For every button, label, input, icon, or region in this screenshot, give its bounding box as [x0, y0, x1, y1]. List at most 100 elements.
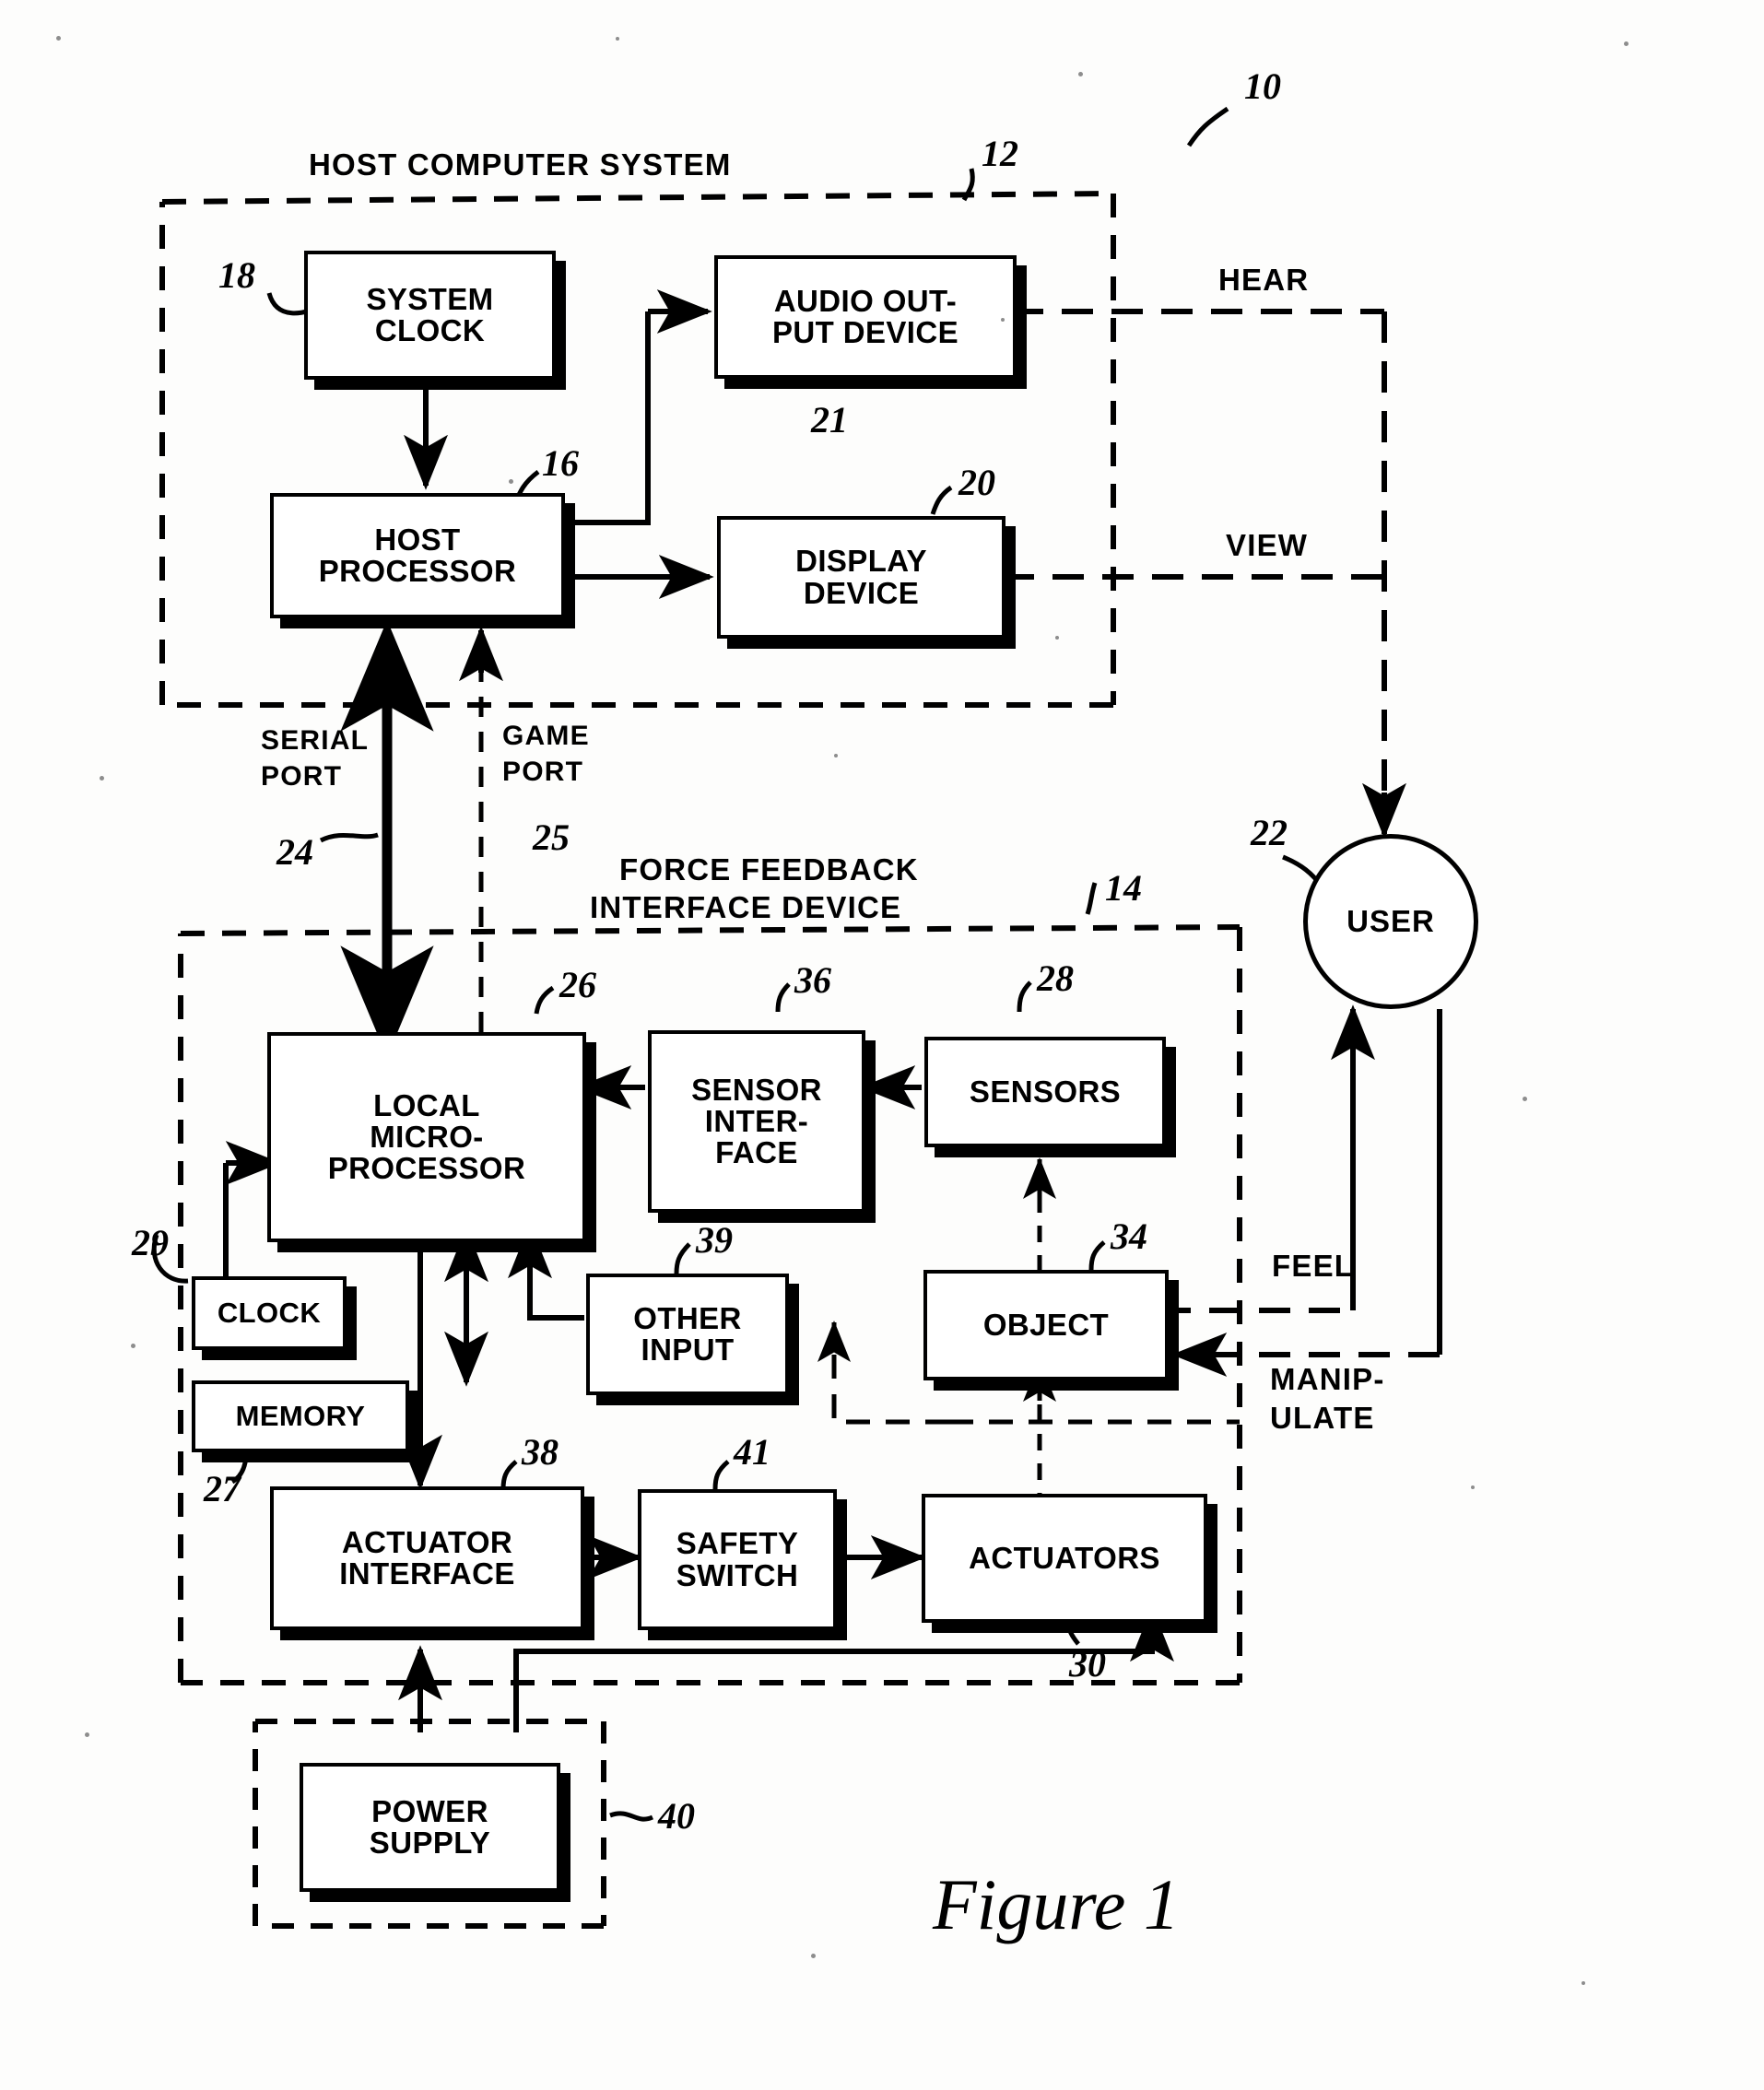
user-node[interactable]: USER: [1303, 834, 1478, 1009]
clock-block[interactable]: CLOCK: [192, 1276, 347, 1350]
scan-speck: [100, 776, 104, 781]
system-clock-line1: SYSTEM: [366, 281, 494, 316]
feel-label: FEEL: [1272, 1249, 1355, 1283]
local-uproc-line2: MICRO-: [370, 1119, 484, 1154]
other-input-block[interactable]: OTHER INPUT: [586, 1274, 789, 1395]
actuators-label: ACTUATORS: [969, 1540, 1160, 1575]
leader-26: [534, 985, 555, 1015]
actuator-if-line1: ACTUATOR: [341, 1524, 513, 1559]
scan-speck: [1055, 636, 1059, 640]
arrow-otherinput-to-uproc: [527, 1235, 584, 1321]
ref-16: 16: [542, 442, 579, 484]
game-port-label-line1: GAME: [502, 721, 590, 751]
local-uproc-line3: PROCESSOR: [327, 1151, 526, 1186]
ffb-device-title-line1: FORCE FEEDBACK: [619, 852, 919, 886]
leader-40: [609, 1811, 654, 1822]
ref-29: 29: [132, 1222, 169, 1263]
ref-14: 14: [1105, 867, 1142, 909]
sensors-block[interactable]: SENSORS: [924, 1037, 1166, 1147]
leader-24: [319, 832, 379, 843]
ref-10: 10: [1244, 65, 1281, 107]
serial-port-label-line2: PORT: [261, 761, 343, 792]
manipulate-label-line1: MANIP-: [1270, 1362, 1385, 1396]
patent-figure-page: HOST COMPUTER SYSTEM FORCE FEEDBACK INTE…: [0, 0, 1764, 2090]
hear-label: HEAR: [1218, 263, 1310, 297]
display-device-line1: DISPLAY: [795, 544, 927, 579]
leader-36: [775, 982, 791, 1013]
scan-speck: [1471, 1485, 1475, 1489]
memory-block[interactable]: MEMORY: [192, 1380, 409, 1452]
leader-10: [1186, 106, 1229, 147]
audio-output-line1: AUDIO OUT-: [773, 283, 958, 318]
ref-30: 30: [1069, 1643, 1106, 1685]
object-block[interactable]: OBJECT: [923, 1270, 1169, 1380]
host-processor-line1: HOST: [374, 522, 461, 557]
memory-label: MEMORY: [235, 1399, 366, 1432]
ref-38: 38: [522, 1431, 559, 1473]
ref-39: 39: [696, 1219, 733, 1261]
ref-22: 22: [1251, 812, 1288, 853]
ref-40: 40: [658, 1795, 695, 1837]
ref-21: 21: [811, 399, 848, 440]
scan-speck: [509, 479, 513, 484]
actuator-interface-block[interactable]: ACTUATOR INTERFACE: [270, 1486, 584, 1630]
host-processor-line2: PROCESSOR: [318, 554, 517, 588]
local-microprocessor-block[interactable]: LOCAL MICRO- PROCESSOR: [267, 1032, 586, 1242]
leader-39: [674, 1242, 691, 1274]
ffb-device-title-line2: INTERFACE DEVICE: [590, 890, 902, 924]
local-uproc-line1: LOCAL: [373, 1087, 480, 1122]
object-label: OBJECT: [982, 1307, 1110, 1342]
actuators-block[interactable]: ACTUATORS: [922, 1494, 1207, 1623]
ref-36: 36: [794, 959, 831, 1001]
scan-speck: [1624, 41, 1629, 46]
power-to-actuators: [513, 1622, 1155, 1732]
scan-speck: [85, 1732, 89, 1737]
scan-speck: [616, 37, 619, 41]
ref-28: 28: [1037, 957, 1074, 999]
scan-speck: [1582, 1981, 1585, 1985]
scan-speck: [56, 36, 61, 41]
audio-output-device-block[interactable]: AUDIO OUT- PUT DEVICE: [714, 255, 1017, 379]
host-processor-block[interactable]: HOST PROCESSOR: [270, 493, 565, 618]
ref-20: 20: [958, 462, 995, 503]
sensor-if-line2: INTER-: [704, 1103, 809, 1138]
clock-label: CLOCK: [217, 1296, 322, 1329]
ref-18: 18: [218, 254, 255, 296]
ref-34: 34: [1111, 1215, 1147, 1257]
game-port-label-line2: PORT: [502, 757, 584, 787]
scan-speck: [834, 754, 838, 757]
figure-caption: Figure 1: [933, 1864, 1180, 1944]
arrow-host-to-audio: [560, 311, 651, 525]
safety-switch-line1: SAFETY: [676, 1526, 799, 1561]
safety-switch-line2: SWITCH: [676, 1557, 799, 1592]
scan-speck: [131, 1344, 135, 1348]
view-label: VIEW: [1226, 528, 1309, 562]
scan-speck: [811, 1954, 816, 1958]
manipulate-label-line2: ULATE: [1270, 1401, 1375, 1435]
power-supply-line1: POWER: [371, 1793, 488, 1828]
leader-41: [712, 1460, 730, 1490]
serial-port-label-line1: SERIAL: [261, 725, 370, 756]
scan-speck: [1523, 1097, 1527, 1101]
power-supply-line2: SUPPLY: [369, 1826, 491, 1860]
leader-14: [1085, 882, 1098, 915]
leader-28: [1017, 980, 1032, 1013]
leader-20: [930, 485, 953, 515]
ref-27: 27: [204, 1468, 241, 1509]
ref-12: 12: [982, 133, 1018, 174]
display-device-line2: DEVICE: [803, 575, 920, 610]
leader-34: [1088, 1240, 1106, 1271]
display-device-block[interactable]: DISPLAY DEVICE: [717, 516, 1005, 639]
leader-38: [500, 1460, 518, 1490]
ref-24: 24: [276, 831, 313, 873]
system-clock-line2: CLOCK: [374, 313, 486, 347]
safety-switch-block[interactable]: SAFETY SWITCH: [638, 1489, 837, 1630]
ref-25: 25: [533, 816, 570, 858]
audio-output-line2: PUT DEVICE: [771, 315, 959, 349]
system-clock-block[interactable]: SYSTEM CLOCK: [304, 251, 556, 380]
sensor-interface-block[interactable]: SENSOR INTER- FACE: [648, 1030, 865, 1213]
sensors-label: SENSORS: [969, 1074, 1122, 1109]
power-supply-block[interactable]: POWER SUPPLY: [300, 1763, 560, 1892]
scan-speck: [1001, 318, 1005, 322]
scan-speck: [1078, 72, 1083, 76]
